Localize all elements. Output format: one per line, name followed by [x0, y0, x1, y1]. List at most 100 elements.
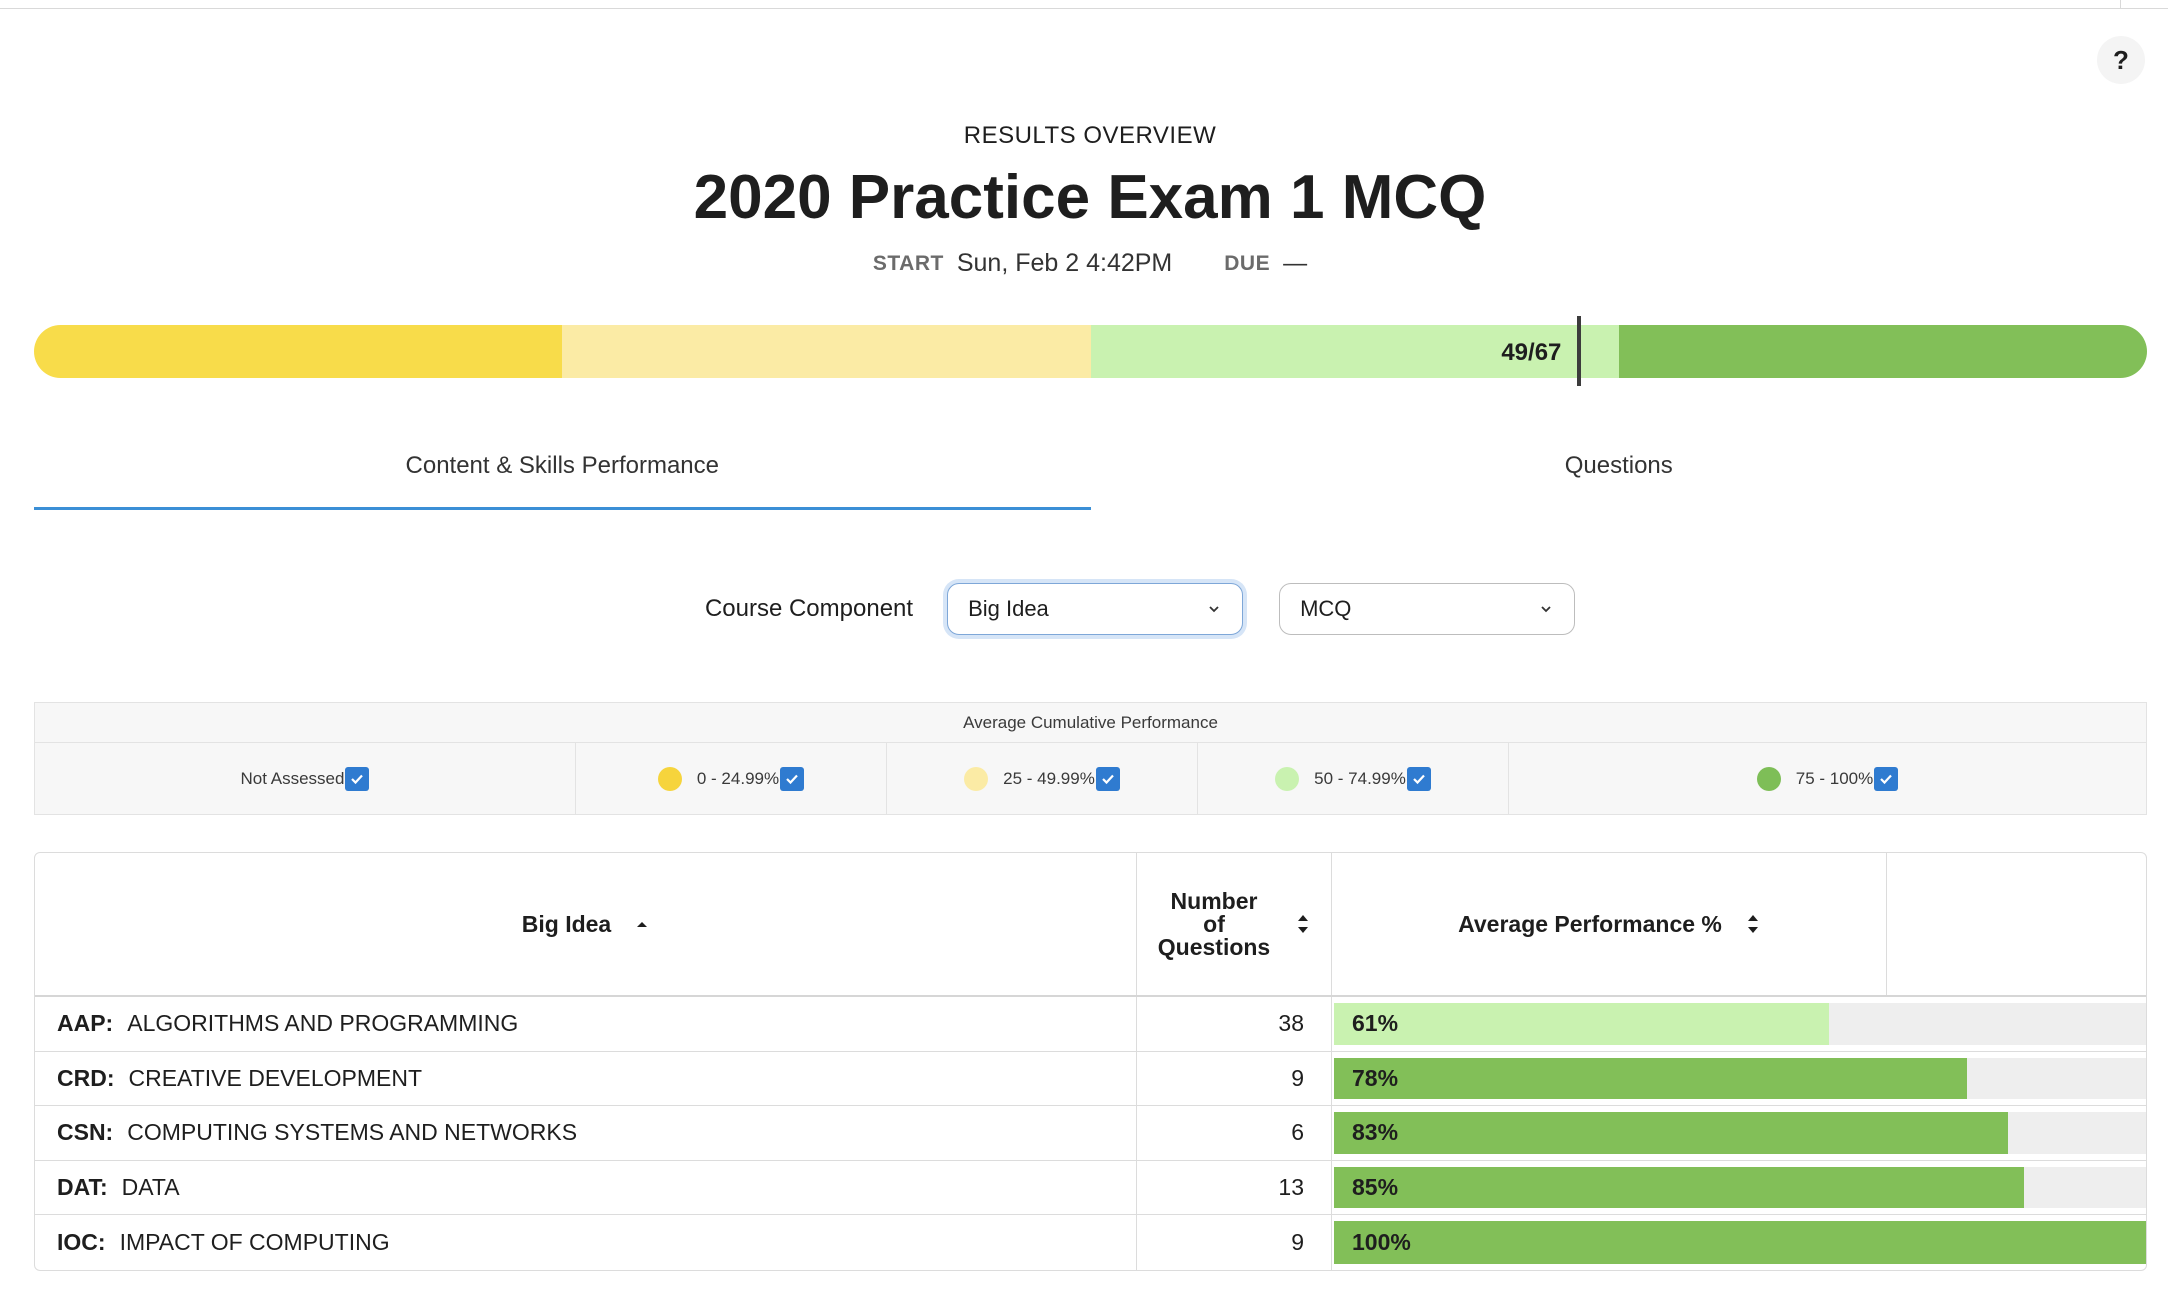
legend-item-not-assessed[interactable]: Not Assessed — [35, 743, 576, 815]
performance-legend: Average Cumulative Performance Not Asses… — [34, 702, 2147, 815]
sort-ascending-icon — [637, 922, 648, 927]
legend-label: 0 - 24.99% — [696, 769, 780, 788]
performance-bar: 100% — [1334, 1221, 2146, 1264]
checkbox-checked-icon[interactable] — [1406, 767, 1431, 791]
performance-cell: 100% — [1332, 1215, 2146, 1270]
top-divider-tick — [2120, 0, 2121, 9]
table-row[interactable]: CRD: CREATIVE DEVELOPMENT 9 78% — [35, 1051, 2146, 1107]
question-type-select[interactable]: MCQ — [1279, 583, 1576, 635]
performance-cell: 83% — [1332, 1106, 2146, 1160]
results-header: RESULTS OVERVIEW 2020 Practice Exam 1 MC… — [0, 122, 2168, 278]
performance-bar: 78% — [1334, 1057, 2146, 1100]
performance-bar: 83% — [1334, 1112, 2146, 1154]
performance-bar: 85% — [1334, 1166, 2146, 1209]
course-component-value: Big Idea — [968, 596, 1049, 621]
column-header-number-of-questions[interactable]: Number of Questions — [1137, 853, 1332, 995]
legend-label: 75 - 100% — [1795, 769, 1874, 788]
big-idea-name: COMPUTING SYSTEMS AND NETWORKS — [127, 1119, 578, 1146]
course-component-select[interactable]: Big Idea — [947, 583, 1244, 635]
legend-label: Not Assessed — [240, 769, 345, 788]
start-value: Sun, Feb 2 4:42PM — [956, 249, 1173, 277]
column-label: Questions — [1157, 933, 1271, 960]
column-header-empty — [1887, 853, 2146, 995]
big-idea-name: DATA — [121, 1174, 180, 1201]
performance-bar-fill — [1334, 1057, 1968, 1100]
table-row[interactable]: CSN: COMPUTING SYSTEMS AND NETWORKS 6 83% — [35, 1106, 2146, 1161]
checkbox-checked-icon[interactable] — [345, 767, 370, 791]
table-header: Big Idea Number of Questions Average Per… — [35, 853, 2146, 997]
performance-bar-fill — [1334, 1221, 2146, 1264]
big-idea-name: CREATIVE DEVELOPMENT — [128, 1064, 423, 1091]
big-idea-cell: IOC: IMPACT OF COMPUTING — [35, 1215, 1137, 1270]
table-row[interactable]: AAP: ALGORITHMS AND PROGRAMMING 38 61% — [35, 997, 2146, 1052]
legend-label: 50 - 74.99% — [1314, 769, 1406, 788]
performance-cell: 78% — [1332, 1052, 2146, 1106]
score-band-1 — [562, 325, 1091, 378]
question-count-cell: 13 — [1137, 1160, 1332, 1215]
table-body: AAP: ALGORITHMS AND PROGRAMMING 38 61% CRD: C… — [35, 997, 2146, 1270]
legend-dot-icon — [1756, 767, 1781, 791]
big-idea-cell: CRD: CREATIVE DEVELOPMENT — [35, 1051, 1137, 1106]
overline: RESULTS OVERVIEW — [963, 122, 1217, 149]
big-idea-code: CSN: — [57, 1119, 114, 1146]
legend-dot-icon — [657, 767, 682, 791]
big-idea-cell: AAP: ALGORITHMS AND PROGRAMMING — [35, 997, 1137, 1051]
legend-item-50-75[interactable]: 50 - 74.99% — [1198, 743, 1509, 815]
performance-value: 85% — [1352, 1174, 1399, 1201]
column-label: of — [1203, 910, 1225, 937]
score-label: 49/67 — [1501, 339, 1562, 366]
legend-item-25-50[interactable]: 25 - 49.99% — [887, 743, 1198, 815]
legend-dot-icon — [964, 767, 989, 791]
performance-cell: 85% — [1332, 1161, 2146, 1215]
legend-title: Average Cumulative Performance — [35, 703, 2146, 743]
performance-bar-fill — [1334, 1112, 2008, 1154]
checkbox-checked-icon[interactable] — [1874, 767, 1899, 791]
big-idea-table: Big Idea Number of Questions Average Per… — [34, 852, 2147, 1271]
performance-cell: 61% — [1332, 997, 2146, 1051]
help-button[interactable]: ? — [2097, 36, 2145, 84]
checkbox-checked-icon[interactable] — [780, 767, 805, 791]
score-marker — [1577, 316, 1582, 386]
column-label: Number — [1170, 887, 1258, 914]
sort-both-icon — [1747, 915, 1758, 933]
column-header-average-performance[interactable]: Average Performance % — [1332, 853, 1887, 995]
due-value: — — [1283, 249, 1308, 277]
start-label: START — [872, 251, 944, 275]
big-idea-name: IMPACT OF COMPUTING — [119, 1229, 390, 1256]
big-idea-code: AAP: — [57, 1010, 114, 1037]
performance-value: 78% — [1352, 1064, 1399, 1091]
big-idea-code: IOC: — [57, 1229, 106, 1256]
tab-questions[interactable]: Questions — [1091, 440, 2148, 510]
due-label: DUE — [1224, 251, 1271, 275]
filter-bar: Course Component Big Idea MCQ — [0, 583, 2168, 635]
question-type-value: MCQ — [1300, 596, 1352, 621]
score-band-3 — [1618, 325, 2147, 378]
legend-label: 25 - 49.99% — [1003, 769, 1095, 788]
performance-bar: 61% — [1334, 1003, 2146, 1045]
legend-item-0-25[interactable]: 0 - 24.99% — [576, 743, 887, 815]
big-idea-cell: CSN: COMPUTING SYSTEMS AND NETWORKS — [35, 1106, 1137, 1160]
column-label: Average Performance % — [1458, 910, 1722, 937]
legend-item-75-100[interactable]: 75 - 100% — [1509, 743, 2146, 815]
checkbox-checked-icon[interactable] — [1095, 767, 1120, 791]
performance-bar-fill — [1334, 1003, 1830, 1045]
column-label: Big Idea — [521, 910, 612, 937]
big-idea-cell: DAT: DATA — [35, 1160, 1137, 1215]
column-header-big-idea[interactable]: Big Idea — [35, 853, 1137, 995]
table-row[interactable]: IOC: IMPACT OF COMPUTING 9 100% — [35, 1215, 2146, 1270]
tab-bar: Content & Skills Performance Questions — [34, 440, 2147, 510]
score-progress-bar — [34, 325, 2147, 378]
performance-bar-fill — [1334, 1166, 2025, 1209]
legend-dot-icon — [1275, 767, 1300, 791]
chevron-down-icon — [1209, 606, 1219, 613]
tab-content-skills[interactable]: Content & Skills Performance — [34, 440, 1091, 510]
sort-both-icon — [1298, 915, 1309, 933]
question-count-cell: 38 — [1137, 997, 1332, 1051]
big-idea-name: ALGORITHMS AND PROGRAMMING — [127, 1010, 519, 1037]
big-idea-code: CRD: — [57, 1064, 115, 1091]
page-title: 2020 Practice Exam 1 MCQ — [693, 163, 1487, 232]
table-row[interactable]: DAT: DATA 13 85% — [35, 1160, 2146, 1216]
big-idea-code: DAT: — [57, 1174, 108, 1201]
performance-value: 83% — [1352, 1119, 1399, 1146]
course-component-label: Course Component — [704, 595, 914, 622]
